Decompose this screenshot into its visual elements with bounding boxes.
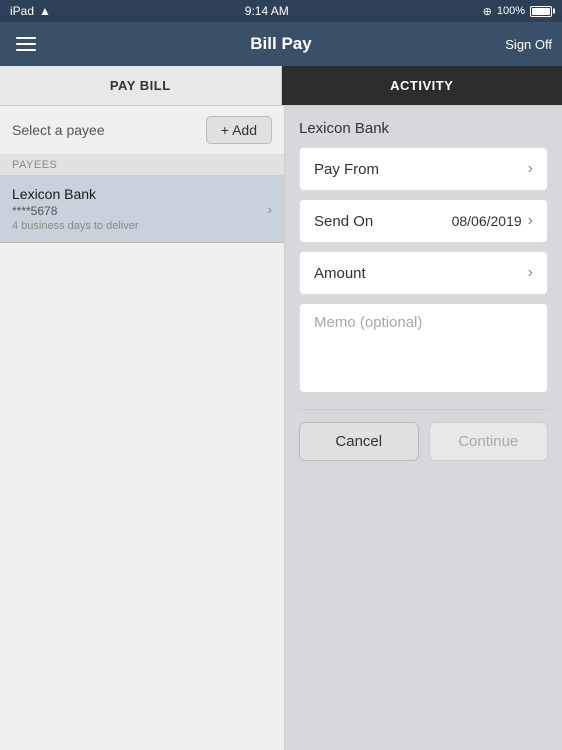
select-payee-row: Select a payee + Add [0,106,284,155]
send-on-field[interactable]: Send On 08/06/2019 › [299,199,548,243]
right-panel: Lexicon Bank Pay From › Send On 08/06/20… [285,106,562,750]
tab-bar: PAY BILL ACTIVITY [0,66,562,106]
amount-chevron-icon: › [528,264,533,282]
amount-field[interactable]: Amount › [299,251,548,295]
sign-off-button[interactable]: Sign Off [505,37,552,52]
status-left: iPad ▲ [10,4,51,18]
divider [299,409,548,410]
select-payee-label: Select a payee [12,122,105,138]
payee-delivery: 4 business days to deliver [12,220,139,232]
status-right: ⊕ 100% [483,5,552,18]
left-panel: Select a payee + Add PAYEES Lexicon Bank… [0,106,285,750]
status-bar: iPad ▲ 9:14 AM ⊕ 100% [0,0,562,22]
continue-button: Continue [429,422,549,461]
nav-bar: Bill Pay Sign Off [0,22,562,66]
payees-section-header: PAYEES [0,155,284,176]
action-buttons: Cancel Continue [299,422,548,461]
add-payee-button[interactable]: + Add [206,116,272,144]
selected-payee-title: Lexicon Bank [299,120,548,137]
pay-from-right: › [522,160,533,178]
menu-button[interactable] [12,33,40,55]
payees-scroll-area: Lexicon Bank ****5678 4 business days to… [0,176,284,750]
amount-label: Amount [314,265,366,282]
payee-chevron-icon: › [267,201,272,217]
pay-from-field[interactable]: Pay From › [299,147,548,191]
send-on-label: Send On [314,213,373,230]
memo-field[interactable]: Memo (optional) [299,303,548,393]
payee-account: ****5678 [12,204,139,218]
pay-from-chevron-icon: › [528,160,533,178]
battery-label: 100% [497,5,525,17]
amount-right: › [522,264,533,282]
wifi-icon: ▲ [39,4,51,18]
device-label: iPad [10,4,34,18]
tab-pay-bill[interactable]: PAY BILL [0,66,282,105]
status-time: 9:14 AM [245,4,289,18]
payee-item[interactable]: Lexicon Bank ****5678 4 business days to… [0,176,284,243]
send-on-right: 08/06/2019 › [452,212,533,230]
battery-icon [530,6,552,17]
pay-from-label: Pay From [314,161,379,178]
location-icon: ⊕ [483,5,492,18]
nav-title: Bill Pay [250,34,311,54]
main-layout: Select a payee + Add PAYEES Lexicon Bank… [0,106,562,750]
tab-activity[interactable]: ACTIVITY [282,66,562,105]
send-on-value: 08/06/2019 [452,213,522,229]
send-on-chevron-icon: › [528,212,533,230]
payee-name: Lexicon Bank [12,186,139,202]
memo-placeholder: Memo (optional) [314,314,422,331]
payee-item-info: Lexicon Bank ****5678 4 business days to… [12,186,139,232]
cancel-button[interactable]: Cancel [299,422,419,461]
